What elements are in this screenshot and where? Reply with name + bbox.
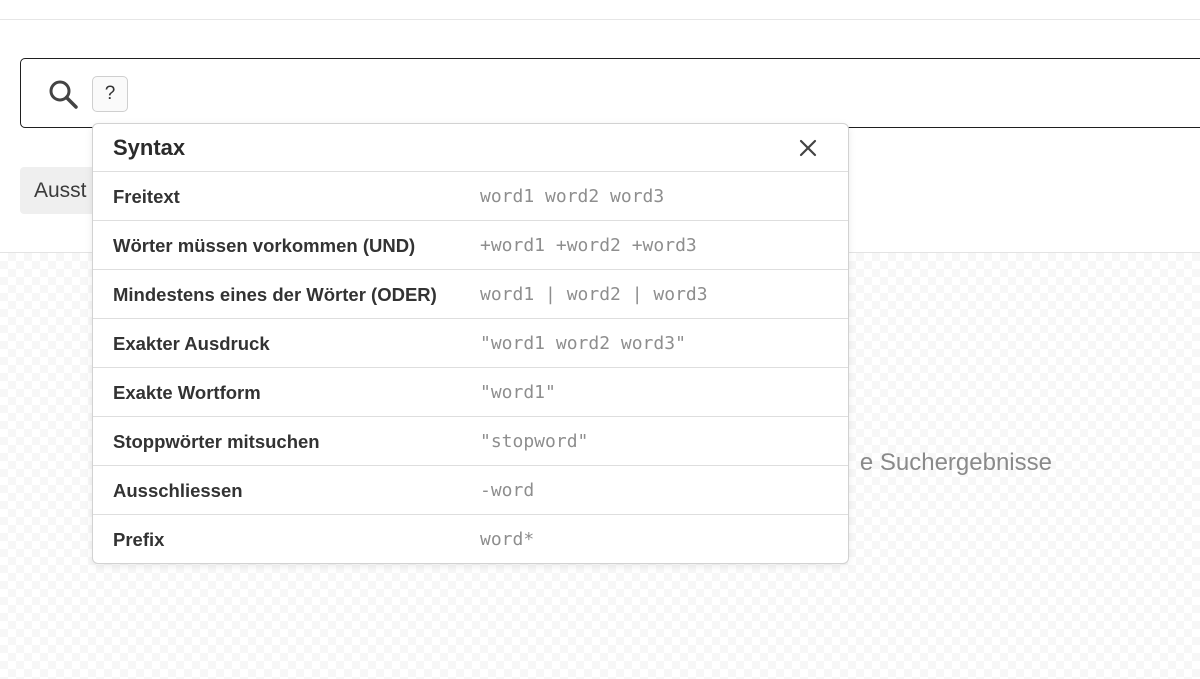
popover-title: Syntax	[113, 135, 186, 160]
syntax-row: Exakte Wortform "word1"	[93, 368, 848, 417]
syntax-help-button[interactable]: ?	[92, 76, 128, 112]
syntax-row-label: Exakte Wortform	[113, 382, 261, 403]
syntax-row: Wörter müssen vorkommen (UND) +word1 +wo…	[93, 221, 848, 270]
syntax-row: Prefix word*	[93, 515, 848, 563]
syntax-row-label: Freitext	[113, 186, 180, 207]
syntax-row-example: +word1 +word2 +word3	[480, 235, 697, 256]
syntax-row-example: "stopword"	[480, 431, 589, 452]
syntax-row: Stoppwörter mitsuchen "stopword"	[93, 417, 848, 466]
syntax-row: Freitext word1 word2 word3	[93, 172, 848, 221]
syntax-row-example: word1 | word2 | word3	[480, 284, 708, 305]
syntax-row-example: word*	[480, 529, 535, 550]
syntax-row: Mindestens eines der Wörter (ODER) word1…	[93, 270, 848, 319]
syntax-row-label: Mindestens eines der Wörter (ODER)	[113, 284, 437, 305]
syntax-row-label: Wörter müssen vorkommen (UND)	[113, 235, 416, 256]
syntax-row-example: -word	[480, 480, 535, 501]
search-bar[interactable]: ?	[20, 58, 1200, 128]
syntax-popover: Syntax Freitext word1 word2 word3 Wörter…	[92, 123, 849, 564]
syntax-row: Ausschliessen -word	[93, 466, 848, 515]
search-icon[interactable]	[47, 78, 79, 110]
top-divider	[0, 19, 1200, 20]
syntax-row-label: Exakter Ausdruck	[113, 333, 270, 354]
syntax-row: Exakter Ausdruck "word1 word2 word3"	[93, 319, 848, 368]
popover-header: Syntax	[93, 124, 848, 172]
syntax-row-label: Ausschliessen	[113, 480, 243, 501]
syntax-row-label: Prefix	[113, 529, 165, 550]
syntax-row-label: Stoppwörter mitsuchen	[113, 431, 320, 452]
syntax-row-example: "word1"	[480, 382, 556, 403]
close-icon[interactable]	[796, 136, 820, 160]
syntax-row-example: word1 word2 word3	[480, 186, 665, 207]
syntax-row-example: "word1 word2 word3"	[480, 333, 686, 354]
